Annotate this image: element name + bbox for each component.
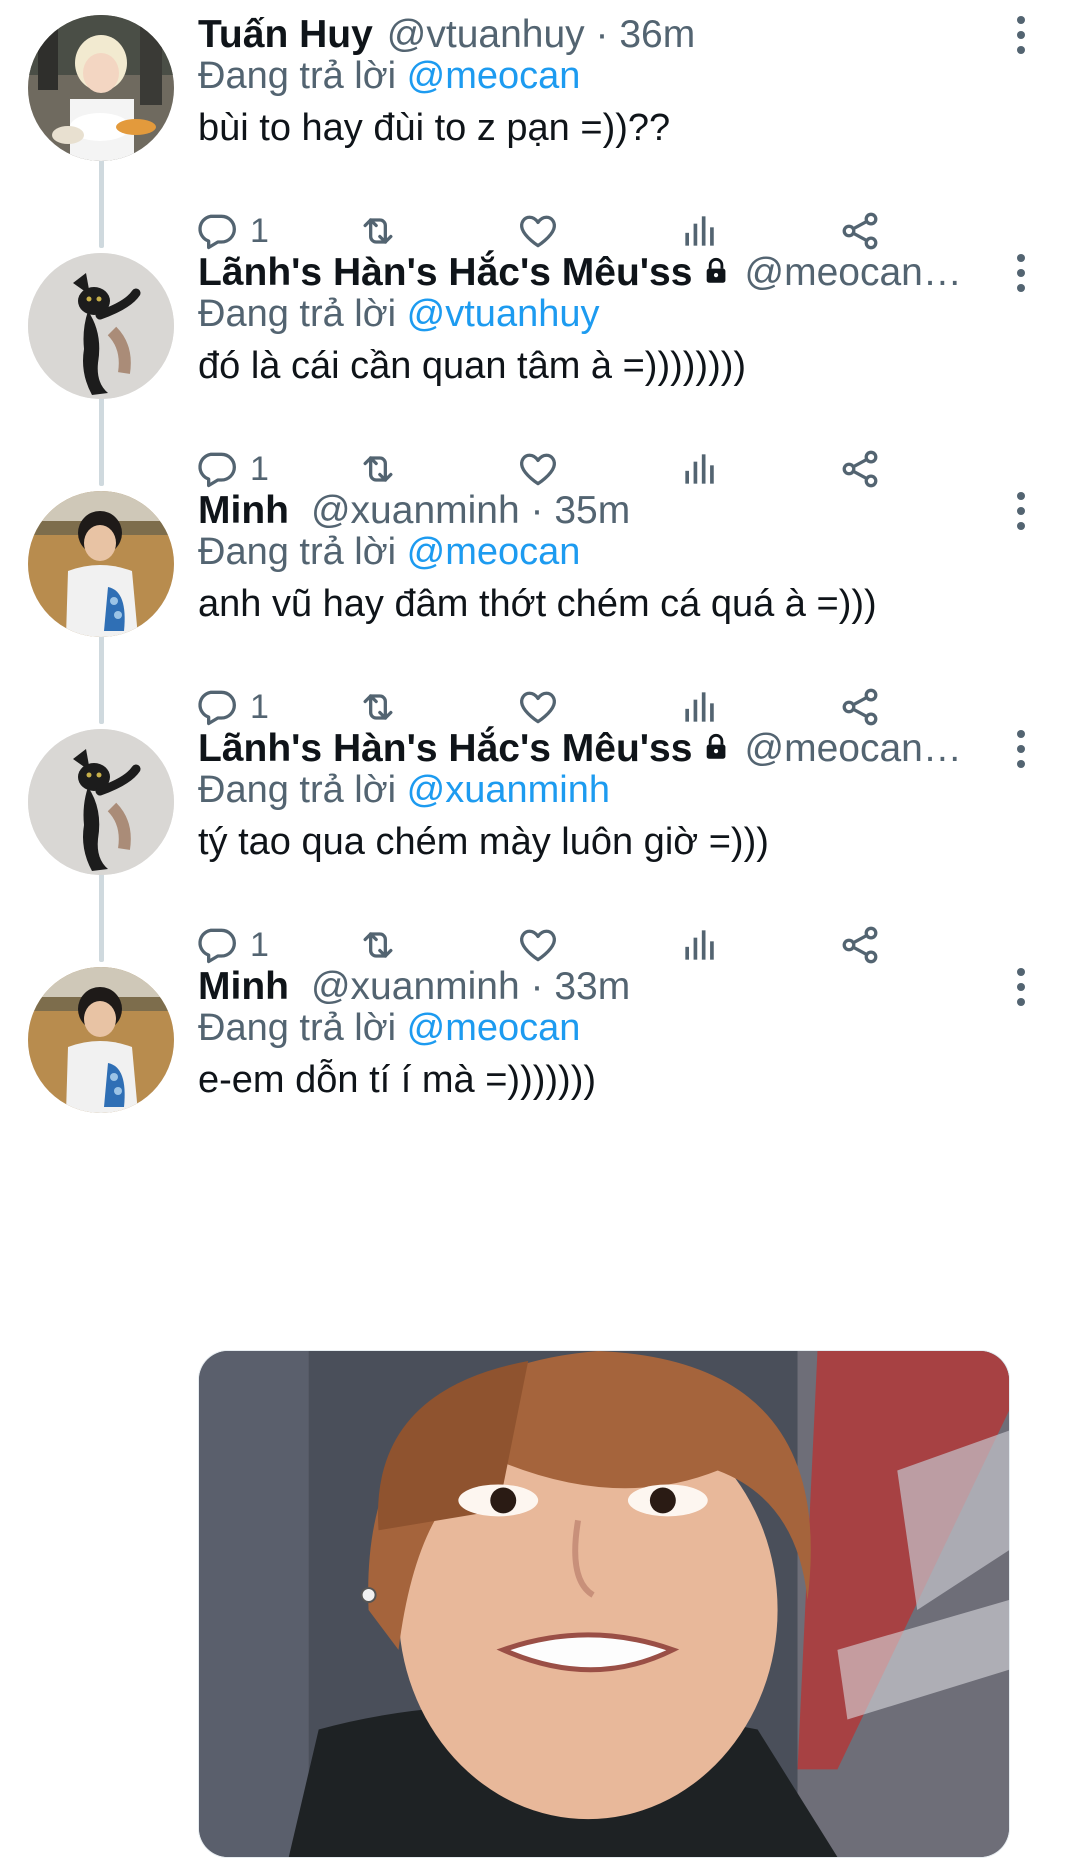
replying-label: Đang trả lời — [198, 769, 397, 811]
more-icon[interactable] — [1006, 248, 1036, 298]
tweet-text: tý tao qua chém mày luôn giờ =))) — [198, 821, 769, 863]
reply-count: 1 — [250, 925, 269, 964]
avatar[interactable] — [28, 15, 174, 161]
reply-icon — [194, 447, 238, 491]
avatar[interactable] — [28, 253, 174, 399]
more-icon[interactable] — [1006, 10, 1036, 60]
lock-icon — [707, 257, 726, 283]
replying-label: Đang trả lời — [198, 1007, 397, 1049]
reply-count: 1 — [250, 687, 269, 726]
share-icon — [838, 923, 882, 967]
avatar-blonde-person-image — [28, 15, 174, 161]
like-icon — [516, 685, 560, 729]
more-icon[interactable] — [1006, 724, 1036, 774]
views-icon — [678, 923, 722, 967]
tweet-text: đó là cái cần quan tâm à =)))))))) — [198, 345, 747, 387]
avatar[interactable] — [28, 967, 174, 1113]
replying-label: Đang trả lời — [198, 55, 397, 97]
avatar-boy-field-image — [28, 967, 174, 1113]
thread-line — [99, 864, 104, 962]
mention-link[interactable]: @vtuanhuy — [407, 293, 600, 335]
replying-label: Đang trả lời — [198, 531, 397, 573]
thread-line — [99, 150, 104, 248]
thread-line — [99, 626, 104, 724]
like-icon — [516, 923, 560, 967]
like-icon — [516, 209, 560, 253]
more-icon[interactable] — [1006, 962, 1036, 1012]
tweet-text: e-em dỗn tí í mà =))))))) — [198, 1059, 596, 1101]
share-icon — [838, 685, 882, 729]
mention-link[interactable]: @meocan — [407, 55, 581, 97]
reply-icon — [194, 923, 238, 967]
retweet-icon — [356, 209, 400, 253]
avatar[interactable] — [28, 729, 174, 875]
retweet-icon — [356, 685, 400, 729]
views-icon — [678, 209, 722, 253]
thread-line — [99, 388, 104, 486]
handle-and-time[interactable]: @meocan · 35... — [745, 724, 970, 774]
reply-count: 1 — [250, 211, 269, 250]
like-icon — [516, 447, 560, 491]
avatar-black-cat-image — [28, 253, 174, 399]
replying-to: Đang trả lời @meocan — [198, 51, 580, 101]
tweet-media-photo[interactable] — [198, 1350, 1010, 1858]
tweet-text: bùi to hay đùi to z pạn =))?? — [198, 107, 671, 149]
mention-link[interactable]: @meocan — [407, 1007, 581, 1049]
reply-count: 1 — [250, 449, 269, 488]
retweet-icon — [356, 447, 400, 491]
replying-to: Đang trả lời @meocan — [198, 1003, 580, 1053]
photo-smiling-person — [199, 1351, 1009, 1857]
avatar-boy-field-image — [28, 491, 174, 637]
mention-link[interactable]: @xuanminh — [407, 769, 610, 811]
replying-label: Đang trả lời — [198, 293, 397, 335]
reply-icon — [194, 685, 238, 729]
views-icon — [678, 685, 722, 729]
replying-to: Đang trả lời @vtuanhuy — [198, 289, 599, 339]
views-icon — [678, 447, 722, 491]
handle-and-time[interactable]: @meocan · 36... — [745, 248, 970, 298]
replying-to: Đang trả lời @xuanminh — [198, 765, 610, 815]
mention-link[interactable]: @meocan — [407, 531, 581, 573]
replying-to: Đang trả lời @meocan — [198, 527, 580, 577]
lock-icon — [707, 733, 726, 759]
tweet-text: anh vũ hay đâm thớt chém cá quá à =))) — [198, 583, 877, 625]
share-icon — [838, 209, 882, 253]
reply-icon — [194, 209, 238, 253]
share-icon — [838, 447, 882, 491]
avatar[interactable] — [28, 491, 174, 637]
avatar-black-cat-image — [28, 729, 174, 875]
more-icon[interactable] — [1006, 486, 1036, 536]
retweet-icon — [356, 923, 400, 967]
